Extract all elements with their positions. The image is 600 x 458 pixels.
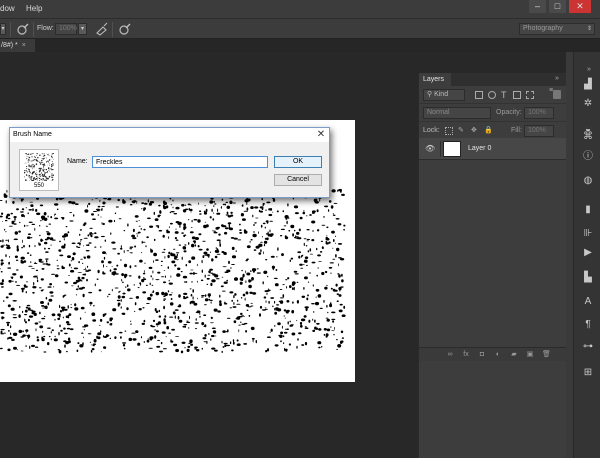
airbrush-icon[interactable] (95, 22, 109, 36)
tab-close-icon[interactable]: × (22, 42, 26, 49)
layer-row[interactable]: 👁 Layer 0 (419, 138, 567, 160)
fill-label: Fill: (511, 127, 522, 134)
separator (10, 22, 11, 37)
ok-button[interactable]: OK (274, 156, 322, 168)
clone-source-icon[interactable]: ⊪ (582, 228, 594, 240)
fill-input[interactable]: 100% (524, 125, 554, 137)
flow-label: Flow: (37, 25, 54, 32)
color-icon[interactable]: ⌘ (582, 131, 594, 143)
brush-name-input[interactable] (92, 156, 268, 168)
type-filter-icon[interactable]: T (501, 90, 507, 100)
tool-preset-dropdown[interactable]: ▾ (0, 23, 6, 35)
histogram-icon[interactable]: ▟ (582, 79, 594, 91)
filter-toggle[interactable] (553, 90, 561, 99)
blend-mode-dropdown[interactable]: Normal (423, 107, 491, 119)
dock-collapse-icon[interactable]: » (587, 66, 591, 73)
brush-size-label: 550 (33, 183, 44, 189)
mask-icon[interactable]: ◘ (478, 351, 486, 359)
separator (112, 22, 113, 37)
styles-icon[interactable]: ◍ (582, 175, 594, 187)
fx-icon[interactable]: fx (462, 351, 470, 359)
maximize-button[interactable]: □ (549, 0, 566, 13)
layer-thumbnail (443, 141, 461, 157)
tool-presets-icon[interactable]: ⊶ (582, 341, 594, 353)
navigator-icon[interactable]: ✲ (582, 98, 594, 110)
brush-preview (24, 153, 54, 181)
brush-thumbnail: 550 (19, 149, 59, 191)
close-icon[interactable]: ✕ (314, 128, 328, 142)
chevron-down-icon: ⇕ (587, 26, 593, 32)
properties-icon[interactable]: ▙ (582, 272, 594, 284)
lock-label: Lock: (423, 127, 440, 134)
paragraph-icon[interactable]: ¶ (582, 319, 594, 331)
kind-label: Kind (434, 91, 449, 98)
lock-transparent-icon[interactable] (445, 127, 453, 135)
separator (33, 22, 34, 37)
tab-layers[interactable]: Layers (419, 73, 451, 86)
lock-all-icon[interactable]: 🔒 (484, 126, 493, 134)
document-tab-row (0, 39, 600, 52)
opacity-input[interactable]: 100% (524, 107, 554, 119)
menu-help[interactable]: Help (26, 4, 42, 13)
cancel-button[interactable]: Cancel (274, 174, 322, 186)
layer-name[interactable]: Layer 0 (468, 145, 491, 152)
collapse-icon[interactable]: » (555, 75, 559, 82)
trash-icon[interactable]: 🗑 (542, 351, 551, 359)
folder-icon[interactable]: ▰ (510, 351, 518, 359)
play-icon[interactable]: ▶ (582, 247, 594, 259)
close-window-button[interactable]: ✕ (569, 0, 591, 13)
layers-panel-header: Layers » ≡ (419, 73, 567, 94)
info-circle-icon[interactable]: ⓘ (582, 151, 594, 163)
opacity-label: Opacity: (496, 109, 522, 116)
character-icon[interactable]: A (582, 296, 594, 308)
lock-image-icon[interactable]: ✎ (458, 126, 464, 134)
pressure-size-icon[interactable] (118, 22, 132, 36)
smart-object-filter-icon[interactable] (526, 91, 534, 99)
brush-name-dialog: Brush Name ✕ 550 Name: OK Cancel (9, 127, 330, 198)
brush-presets-icon[interactable]: ▮ (582, 204, 594, 216)
document-tab-label: /8#) * (1, 42, 18, 49)
flow-dropdown[interactable]: ▾ (78, 23, 87, 35)
options-bar: ▾ Flow: 100% ▾ Photography ⇕ (0, 18, 600, 39)
menu-window[interactable]: dow (0, 4, 15, 13)
paths-icon[interactable]: ⊞ (582, 367, 594, 379)
new-layer-icon[interactable]: ▣ (526, 351, 534, 359)
name-label: Name: (67, 158, 88, 165)
filter-row: ⚲ Kind T (419, 86, 567, 104)
layers-panel: Layers » ≡ ⚲ Kind T Normal Opacity: 100%… (418, 73, 567, 458)
lock-position-icon[interactable]: ✥ (471, 126, 477, 134)
adjustment-filter-icon[interactable] (488, 91, 496, 99)
workspace-switcher[interactable]: Photography (519, 23, 595, 35)
divider (440, 141, 441, 157)
pressure-opacity-icon[interactable] (16, 22, 30, 36)
minimize-button[interactable]: – (529, 0, 546, 13)
kind-filter-dropdown[interactable]: ⚲ Kind (423, 89, 465, 101)
dialog-title: Brush Name (10, 128, 329, 142)
menu-bar: dow Help – □ ✕ (0, 0, 600, 18)
layers-footer: ∞ fx ◘ ◐ ▰ ▣ 🗑 (419, 347, 567, 361)
flow-input[interactable]: 100% (55, 23, 77, 35)
document-tab[interactable]: /8#) * × (0, 39, 35, 52)
shape-filter-icon[interactable] (513, 91, 521, 99)
adjustment-icon[interactable]: ◐ (494, 351, 502, 359)
pixel-filter-icon[interactable] (475, 91, 483, 99)
blend-row: Normal Opacity: 100% (419, 104, 567, 122)
eye-icon[interactable]: 👁 (425, 144, 435, 153)
link-icon[interactable]: ∞ (446, 351, 454, 359)
